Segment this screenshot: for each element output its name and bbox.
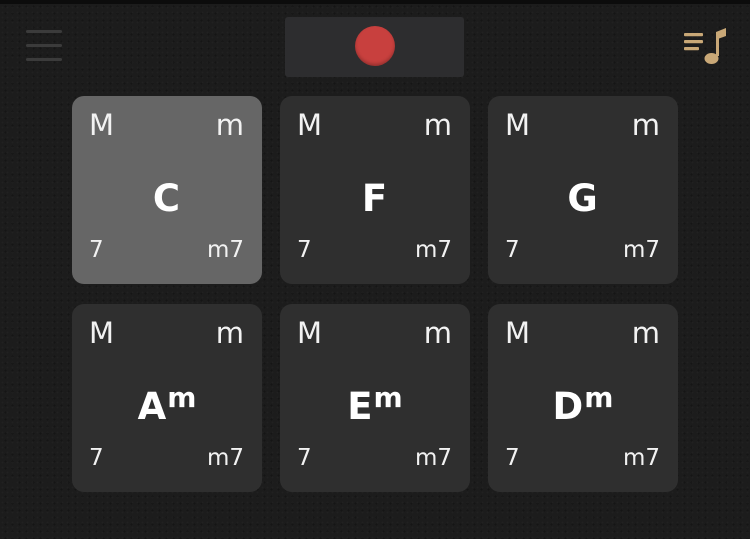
record-panel[interactable] <box>285 17 464 77</box>
chord-root: G <box>567 177 598 220</box>
major-option[interactable]: M <box>89 108 114 142</box>
minor-option[interactable]: m <box>216 316 244 350</box>
major-option[interactable]: M <box>89 316 114 350</box>
chord-root: A <box>137 385 167 428</box>
seventh-option[interactable]: 7 <box>89 237 104 263</box>
seventh-option[interactable]: 7 <box>505 445 520 471</box>
major-option[interactable]: M <box>505 316 530 350</box>
seventh-option[interactable]: 7 <box>89 445 104 471</box>
minor-seventh-option[interactable]: m7 <box>207 445 244 471</box>
top-edge-bar <box>0 0 750 4</box>
chord-quality: m <box>584 381 614 414</box>
major-option[interactable]: M <box>297 108 322 142</box>
major-option[interactable]: M <box>505 108 530 142</box>
record-icon[interactable] <box>355 26 395 66</box>
seventh-option[interactable]: 7 <box>505 237 520 263</box>
chord-name: F <box>280 170 470 219</box>
chord-root: F <box>361 177 388 220</box>
minor-seventh-option[interactable]: m7 <box>415 237 452 263</box>
chord-name: C <box>72 170 262 219</box>
minor-option[interactable]: m <box>632 316 660 350</box>
minor-option[interactable]: m <box>632 108 660 142</box>
chord-root: E <box>347 385 373 428</box>
minor-option[interactable]: m <box>216 108 244 142</box>
chord-quality: m <box>167 381 197 414</box>
chord-pad-grid: M m C 7 m7 M m F 7 m7 M m G 7 m7 M m Am … <box>72 96 680 492</box>
minor-seventh-option[interactable]: m7 <box>623 237 660 263</box>
chord-root: D <box>552 385 584 428</box>
music-playlist-icon <box>684 28 726 64</box>
chord-root: C <box>152 177 181 220</box>
minor-seventh-option[interactable]: m7 <box>207 237 244 263</box>
chord-pad-am[interactable]: M m Am 7 m7 <box>72 304 262 492</box>
chord-pad-g[interactable]: M m G 7 m7 <box>488 96 678 284</box>
chord-pad-dm[interactable]: M m Dm 7 m7 <box>488 304 678 492</box>
chord-name: Am <box>72 378 262 427</box>
seventh-option[interactable]: 7 <box>297 237 312 263</box>
chord-pad-em[interactable]: M m Em 7 m7 <box>280 304 470 492</box>
playlist-button[interactable] <box>682 24 730 70</box>
chord-name: G <box>488 170 678 219</box>
minor-seventh-option[interactable]: m7 <box>623 445 660 471</box>
chord-pad-c[interactable]: M m C 7 m7 <box>72 96 262 284</box>
chord-pad-f[interactable]: M m F 7 m7 <box>280 96 470 284</box>
minor-seventh-option[interactable]: m7 <box>415 445 452 471</box>
menu-button[interactable] <box>24 26 64 66</box>
minor-option[interactable]: m <box>424 316 452 350</box>
chord-name: Dm <box>488 378 678 427</box>
chord-quality: m <box>373 381 403 414</box>
chord-name: Em <box>280 378 470 427</box>
minor-option[interactable]: m <box>424 108 452 142</box>
major-option[interactable]: M <box>297 316 322 350</box>
seventh-option[interactable]: 7 <box>297 445 312 471</box>
